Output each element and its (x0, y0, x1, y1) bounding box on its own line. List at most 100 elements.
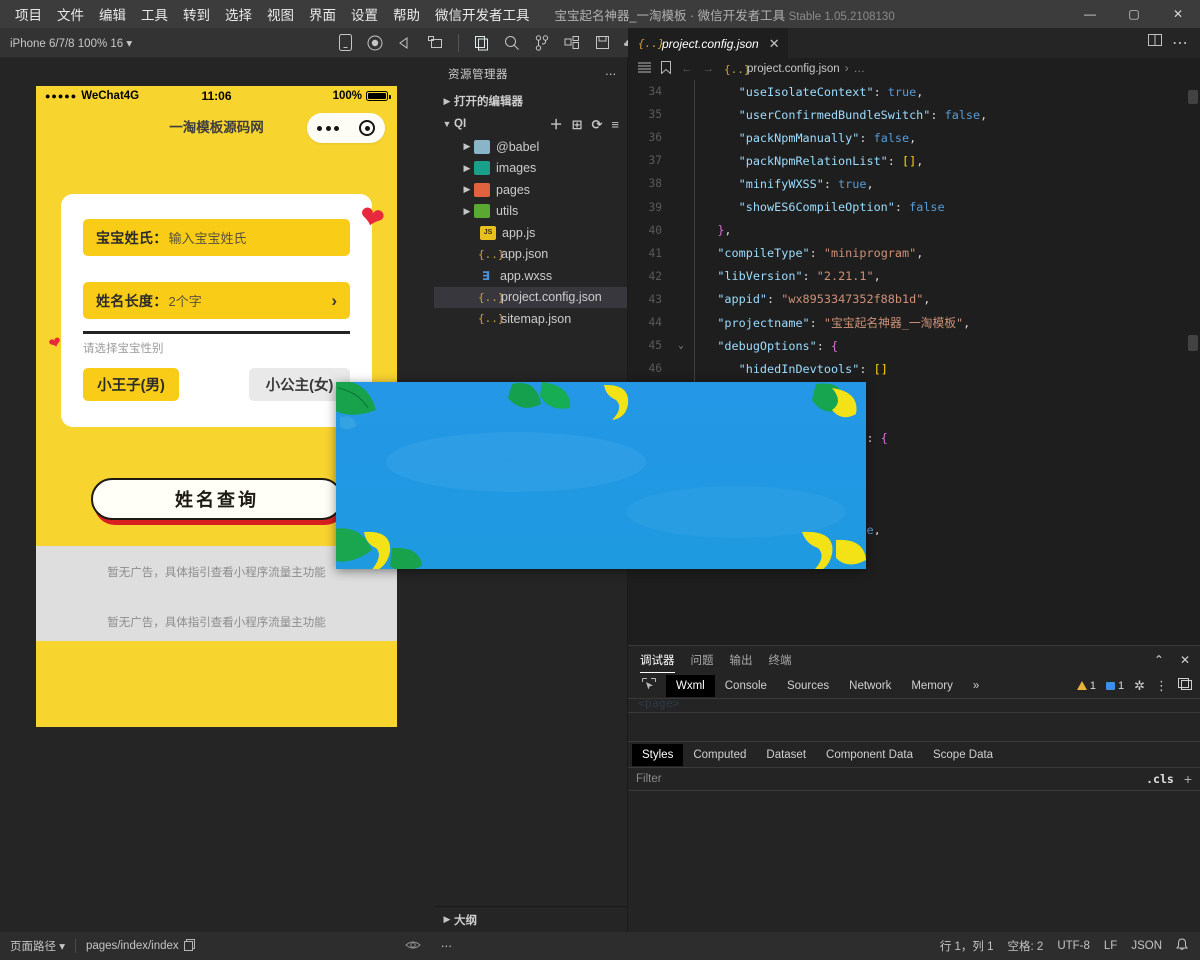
info-count-badge[interactable]: 1 (1106, 680, 1124, 692)
code-line[interactable]: 40 }, (628, 219, 1200, 242)
wxml-tree-view[interactable]: <page> (628, 699, 1200, 741)
file-tree-item-images[interactable]: ▶ images (434, 158, 627, 180)
code-line[interactable]: 38 "minifyWXSS": true, (628, 172, 1200, 195)
code-line[interactable]: 45⌄ "debugOptions": { (628, 334, 1200, 357)
devtools-tab-memory[interactable]: Memory (901, 675, 963, 697)
code-line[interactable]: 42 "libVersion": "2.21.1", (628, 265, 1200, 288)
wxml-root-node[interactable]: <page> (638, 696, 680, 710)
preview-eye-button[interactable] (395, 940, 431, 953)
code-line[interactable]: 34 "useIsolateContext": true, (628, 80, 1200, 103)
refresh-icon[interactable]: ⟳ (592, 118, 603, 131)
eye-icon[interactable] (405, 940, 421, 953)
remote-debug-icon[interactable] (392, 32, 418, 54)
cls-toggle-button[interactable]: .cls (1146, 772, 1174, 786)
styles-tab-dataset[interactable]: Dataset (756, 744, 816, 766)
gender-male-button[interactable]: 小王子(男) (83, 368, 179, 401)
menu-item-view[interactable]: 视图 (260, 0, 301, 28)
name-query-button[interactable]: 姓名查询 (91, 478, 343, 520)
editor-tab-projectconfig[interactable]: {..} project.config.json ✕ (628, 28, 789, 58)
code-line[interactable]: 43 "appid": "wx8953347352f88b1d", (628, 288, 1200, 311)
more-vertical-icon[interactable]: ⋮ (1155, 678, 1168, 694)
device-selector[interactable]: iPhone 6/7/8 100% 16 ▾ (0, 36, 132, 50)
fold-toggle-icon[interactable]: ⌄ (674, 341, 688, 351)
code-line[interactable]: 36 "packNpmManually": false, (628, 126, 1200, 149)
file-tree-item-appwxss[interactable]: ∃ app.wxss (434, 265, 627, 287)
line-col-status[interactable]: 行 1，列 1 (940, 938, 994, 954)
outline-icon[interactable] (638, 62, 651, 76)
explorer-more-icon[interactable]: ⋯ (605, 67, 617, 81)
page-path-selector[interactable]: 页面路径 ▾ (0, 938, 75, 954)
styles-tab-scope-data[interactable]: Scope Data (923, 744, 1003, 766)
new-file-icon[interactable]: ＋ (550, 118, 563, 131)
new-folder-icon[interactable]: ⊞ (572, 118, 583, 131)
page-path-value-group[interactable]: pages/index/index (76, 939, 205, 954)
devtools-tab-network[interactable]: Network (839, 675, 901, 697)
dock-icon[interactable] (1178, 678, 1192, 693)
panel-tab-debugger[interactable]: 调试器 (640, 647, 675, 673)
file-tree-item-appjs[interactable]: JS app.js (434, 222, 627, 244)
close-panel-icon[interactable]: ✕ (1180, 653, 1190, 667)
clear-cache-icon[interactable] (422, 32, 448, 54)
record-icon[interactable] (362, 32, 388, 54)
surname-input-row[interactable]: 宝宝姓氏： 输入宝宝姓氏 (83, 219, 350, 256)
styles-tab-component-data[interactable]: Component Data (816, 744, 923, 766)
devtools-tab-sources[interactable]: Sources (777, 675, 839, 697)
indentation-status[interactable]: 空格: 2 (1008, 938, 1044, 954)
code-scrollbar-marker[interactable] (1188, 90, 1198, 104)
settings-gear-icon[interactable]: ✲ (1134, 678, 1145, 694)
collapse-all-icon[interactable]: ≡ (611, 118, 619, 131)
chevron-right-icon[interactable]: › (331, 291, 337, 311)
language-mode-status[interactable]: JSON (1131, 940, 1162, 952)
menu-item-file[interactable]: 文件 (50, 0, 91, 28)
styles-tab-styles[interactable]: Styles (632, 744, 683, 766)
compile-icon[interactable] (469, 32, 495, 54)
code-line[interactable]: 35 "userConfirmedBundleSwitch": false, (628, 103, 1200, 126)
name-length-row[interactable]: 姓名长度： 2个字 › (83, 282, 350, 319)
code-line[interactable]: 37 "packNpmRelationList": [], (628, 149, 1200, 172)
project-root-row[interactable]: ▼ QI ＋ ⊞ ⟳ ≡ (434, 112, 627, 136)
surname-input[interactable]: 输入宝宝姓氏 (169, 228, 247, 247)
menu-item-edit[interactable]: 编辑 (92, 0, 133, 28)
file-tree-item-pages[interactable]: ▶ pages (434, 179, 627, 201)
more-dots-icon[interactable] (317, 126, 339, 131)
devtools-tab-wxml[interactable]: Wxml (666, 675, 715, 697)
close-icon[interactable]: ✕ (1156, 0, 1200, 28)
gender-female-button[interactable]: 小公主(女) (249, 368, 350, 401)
bell-icon[interactable] (1176, 938, 1188, 954)
copy-icon[interactable] (184, 939, 195, 954)
collapse-panel-icon[interactable]: ⌃ (1154, 653, 1164, 667)
preview-icon[interactable] (499, 32, 525, 54)
breadcrumb-path[interactable]: {..} project.config.json › … (724, 63, 865, 76)
close-tab-icon[interactable]: ✕ (769, 36, 780, 52)
code-line[interactable]: 41 "compileType": "miniprogram", (628, 242, 1200, 265)
menu-item-settings[interactable]: 设置 (344, 0, 385, 28)
warning-count-badge[interactable]: 1 (1077, 680, 1096, 692)
more-actions-icon[interactable]: ⋯ (1172, 33, 1188, 53)
forward-icon[interactable]: → (703, 63, 715, 75)
bookmark-icon[interactable] (661, 61, 671, 77)
wechat-capsule-button[interactable] (307, 113, 385, 143)
code-line[interactable]: 44 "projectname": "宝宝起名神器_一淘模板", (628, 311, 1200, 334)
element-picker-icon[interactable] (632, 673, 666, 699)
version-icon[interactable] (529, 32, 555, 54)
simulator-icon[interactable] (332, 32, 358, 54)
file-tree-item-sitemap[interactable]: {..} sitemap.json (434, 308, 627, 330)
image-preview-overlay[interactable] (336, 382, 866, 569)
menu-item-select[interactable]: 选择 (218, 0, 259, 28)
devtools-tab-console[interactable]: Console (715, 675, 777, 697)
styles-filter-input[interactable]: Filter (636, 773, 1146, 785)
details-icon[interactable] (559, 32, 585, 54)
status-more-button[interactable]: ⋯ (431, 939, 463, 953)
file-tree-item-projectconfig[interactable]: {..} project.config.json (434, 287, 627, 309)
open-editors-section[interactable]: ▶ 打开的编辑器 (434, 90, 627, 112)
file-tree-item-utils[interactable]: ▶ utils (434, 201, 627, 223)
menu-item-project[interactable]: 项目 (8, 0, 49, 28)
menu-item-goto[interactable]: 转到 (176, 0, 217, 28)
upload-icon[interactable] (589, 32, 615, 54)
encoding-status[interactable]: UTF-8 (1057, 940, 1090, 952)
add-style-rule-button[interactable]: + (1184, 771, 1192, 787)
panel-tab-output[interactable]: 输出 (730, 647, 753, 672)
code-line[interactable]: 39 "showES6CompileOption": false (628, 195, 1200, 218)
minimize-icon[interactable]: — (1068, 0, 1112, 28)
file-tree-item-appjson[interactable]: {..} app.json (434, 244, 627, 266)
